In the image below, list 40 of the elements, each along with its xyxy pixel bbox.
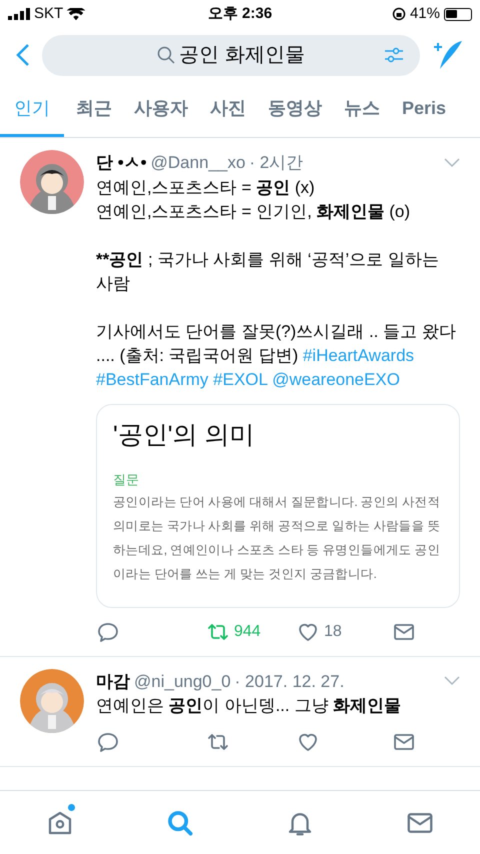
user-name: 단 •ㅅ• xyxy=(96,152,147,174)
search-tab[interactable]: 동영상 xyxy=(260,82,330,137)
reply-icon[interactable] xyxy=(96,730,120,754)
user-name: 마감 xyxy=(96,670,130,692)
card-title: '공인'의 의미 xyxy=(113,420,256,450)
search-tab[interactable]: Peris xyxy=(394,82,454,137)
search-tab[interactable]: 사용자 xyxy=(126,82,196,137)
tweet-text: 연예인은 공인이 아닌뎅... 그냥 화제인물 xyxy=(96,695,402,717)
tweet-text: **공인 ; 국가나 사회를 위해 ‘공적’으로 일하는 사람 xyxy=(96,248,440,294)
tweet-time: · 2시간 xyxy=(249,152,304,174)
search-icon xyxy=(157,46,176,64)
filter-icon[interactable] xyxy=(384,46,404,64)
hashtag-link[interactable]: #EXOL xyxy=(213,370,268,388)
clock-time: 오후 2:36 xyxy=(208,4,272,24)
search-tab[interactable]: 사진 xyxy=(202,82,254,137)
search-field[interactable]: 공인 화제인물 xyxy=(42,34,420,76)
carrier-name: SKT xyxy=(34,4,64,24)
wifi-icon xyxy=(67,8,86,20)
tweet-time: · 2017. 12. 27. xyxy=(234,670,344,692)
user-handle: @ni_ung0_0 xyxy=(134,670,231,692)
hashtag-link[interactable]: #BestFanArmy xyxy=(96,370,208,388)
user-handle: @Dann__xo xyxy=(150,152,246,174)
battery-icon xyxy=(444,8,472,20)
hashtag-link[interactable]: @weareoneEXO xyxy=(272,370,400,388)
back-icon[interactable] xyxy=(16,43,30,67)
battery-percent: 41% xyxy=(410,4,440,24)
search-tab[interactable]: 최근 xyxy=(68,82,120,137)
card-body: 공인이라는 단어 사용에 대해서 질문합니다. 공인의 사전적 의미로는 국가나 사회를 위해 공적으로 일하는 사람들을 뜻하는데요, 연예인이나 스포츠 스타 등 유명인들에게도 공인이라는 단어를 쓰는 게 맞는 것인지 궁금합니다. xyxy=(113,494,442,582)
signal-icon xyxy=(8,8,30,20)
retweet-count: 944 xyxy=(234,622,261,642)
search-tab[interactable]: 인기 xyxy=(0,82,64,137)
link-card[interactable]: '공인'의 의미 질문 공인이라는 단어 사용에 대해서 질문합니다. 공인의 사전적 의미로는 국가나 사회를 위해 공적으로 일하는 사람들을 뜻하는데요, 연예인이나 스포츠 스타 등 유명인들에게도 공인이라는 단어를 쓰는 게 맞는 것인지 궁금합니다. xyxy=(96,404,460,608)
tweet-text: 기사에서도 단어를 잘못(?)쓰시길래 .. 들고 왔다 .... (출처: 국립국어원 답변) #iHeartAwards #BestFanArmy #EXOL @weareoneEXO xyxy=(96,320,457,390)
card-label: 질문 xyxy=(113,471,140,489)
search-tab[interactable]: 뉴스 xyxy=(336,82,388,137)
rotation-lock-icon xyxy=(392,7,406,21)
like-count: 18 xyxy=(324,622,342,642)
tweet-text: 연예인,스포츠스타 = 공인 (x) 연예인,스포츠스타 = 인기인, 화제인물 (o) xyxy=(96,176,412,222)
hashtag-link[interactable]: #iHeartAwards xyxy=(302,346,414,364)
compose-icon[interactable] xyxy=(432,39,464,71)
